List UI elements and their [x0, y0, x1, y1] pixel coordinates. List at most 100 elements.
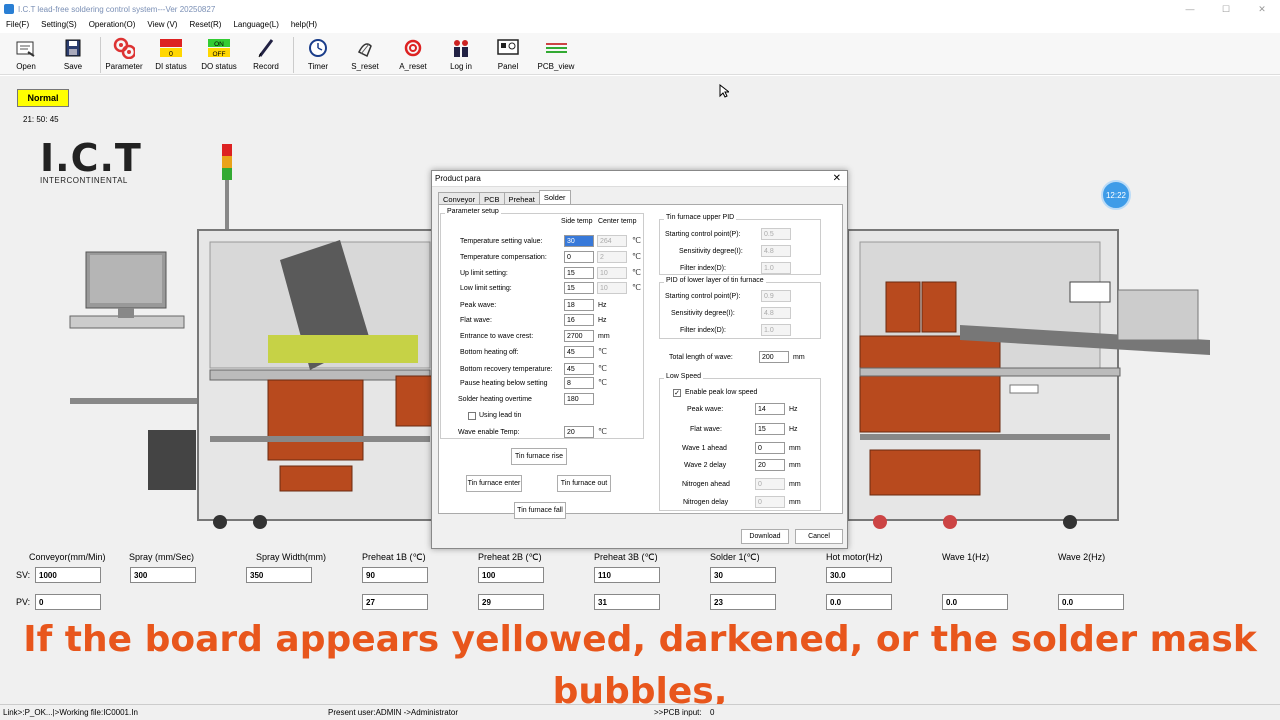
save-button[interactable]: Save [50, 37, 96, 75]
sv-hot-motor-field[interactable]: 30.0 [826, 567, 892, 583]
thermometer-icon: ℃ [632, 236, 641, 245]
menu-view[interactable]: View (V) [147, 20, 177, 29]
ls-peak-input[interactable]: 14 [755, 403, 785, 415]
temp-setting-label: Temperature setting value: [460, 238, 543, 245]
close-button[interactable]: ✕ [1244, 0, 1280, 18]
pcb-input-value: 0 [710, 708, 715, 717]
temp-comp-center-input[interactable]: 2 [597, 251, 627, 263]
record-button[interactable]: Record [243, 37, 289, 75]
solder-tab-panel: Parameter setup Side temp Center temp Te… [438, 204, 843, 519]
monitor-icon [69, 251, 185, 329]
upper-pid-label: Tin furnace upper PID [664, 214, 737, 221]
timer-button[interactable]: Timer [295, 37, 341, 75]
menu-operation[interactable]: Operation(O) [89, 20, 136, 29]
tin-furnace-out-button[interactable]: Tin furnace out [557, 475, 611, 492]
do-status-icon: ON OFF [208, 37, 230, 59]
wave2-delay-input[interactable]: 20 [755, 459, 785, 471]
dialog-title-bar: Product para ✕ [432, 171, 847, 187]
entrance-input[interactable]: 2700 [564, 330, 594, 342]
download-button[interactable]: Download [741, 529, 789, 544]
pause-heating-input[interactable]: 8 [564, 377, 594, 389]
sv-spray-width-field[interactable]: 350 [246, 567, 312, 583]
minimize-button[interactable]: — [1172, 0, 1208, 18]
enable-low-speed-checkbox[interactable]: ✓ [673, 389, 681, 397]
upper-d-input[interactable]: 1.0 [761, 262, 791, 274]
temp-setting-side-input[interactable]: 30 [564, 235, 594, 247]
wave1-ahead-label: Wave 1 ahead [682, 445, 727, 452]
nitrogen-ahead-input[interactable]: 0 [755, 478, 785, 490]
wave1-ahead-input[interactable]: 0 [755, 442, 785, 454]
bottom-recovery-input[interactable]: 45 [564, 363, 594, 375]
mouse-cursor-icon [719, 84, 729, 98]
di-status-button[interactable]: 0 DI status [148, 37, 194, 75]
conveyor-header: Conveyor(mm/Min) [29, 552, 106, 562]
do-status-button[interactable]: ON OFF DO status [196, 37, 242, 75]
title-bar: I.C.T lead-free soldering control system… [0, 0, 1280, 18]
spray-width-header: Spray Width(mm) [256, 552, 327, 562]
log-in-button[interactable]: Log in [438, 37, 484, 75]
sv-solder1-field[interactable]: 30 [710, 567, 776, 583]
upper-i-input[interactable]: 4.8 [761, 245, 791, 257]
wave-enable-input[interactable]: 20 [564, 426, 594, 438]
flat-wave-input[interactable]: 16 [564, 314, 594, 326]
low-speed-label: Low Speed [664, 373, 704, 380]
upper-p-input[interactable]: 0.5 [761, 228, 791, 240]
parameter-button[interactable]: Parameter [101, 37, 147, 75]
low-limit-center-input[interactable]: 10 [597, 282, 627, 294]
entrance-label: Entrance to wave crest: [460, 333, 534, 340]
lower-i-input[interactable]: 4.8 [761, 307, 791, 319]
lower-d-input[interactable]: 1.0 [761, 324, 791, 336]
dialog-close-button[interactable]: ✕ [833, 173, 841, 184]
menu-reset[interactable]: Reset(R) [189, 20, 221, 29]
up-limit-side-input[interactable]: 15 [564, 267, 594, 279]
maximize-button[interactable]: ☐ [1208, 0, 1244, 18]
panel-button[interactable]: Panel [485, 37, 531, 75]
di-status-icon: 0 [160, 37, 182, 59]
low-limit-side-input[interactable]: 15 [564, 282, 594, 294]
sv-preheat2-field[interactable]: 100 [478, 567, 544, 583]
nitrogen-delay-input[interactable]: 0 [755, 496, 785, 508]
upper-pid-group: Tin furnace upper PID Starting control p… [659, 214, 821, 275]
window-title: I.C.T lead-free soldering control system… [18, 4, 216, 14]
link-status: Link>:P_OK...|>Working file:IC0001.In [3, 708, 138, 717]
time-bubble[interactable]: 12:22 [1101, 180, 1131, 210]
ls-peak-label: Peak wave: [687, 406, 724, 413]
menu-language[interactable]: Language(L) [233, 20, 278, 29]
using-lead-tin-label: Using lead tin [479, 412, 522, 419]
menu-file[interactable]: File(F) [6, 20, 29, 29]
open-button[interactable]: Open [3, 37, 49, 75]
tin-furnace-enter-button[interactable]: Tin furnace enter [466, 475, 522, 492]
sv-conveyor-field[interactable]: 1000 [35, 567, 101, 583]
menu-help[interactable]: help(H) [291, 20, 317, 29]
lower-p-input[interactable]: 0.9 [761, 290, 791, 302]
cancel-button[interactable]: Cancel [795, 529, 843, 544]
vent-grill [148, 430, 196, 490]
using-lead-tin-checkbox[interactable] [468, 412, 476, 420]
total-wave-label: Total length of wave: [669, 354, 733, 361]
sv-preheat3-field[interactable]: 110 [594, 567, 660, 583]
tin-furnace-rise-button[interactable]: Tin furnace rise [511, 448, 567, 465]
heating-overtime-input[interactable]: 180 [564, 393, 594, 405]
total-wave-input[interactable]: 200 [759, 351, 789, 363]
temp-setting-center-input[interactable]: 264 [597, 235, 627, 247]
pv-preheat2-field: 29 [478, 594, 544, 610]
video-subtitle: If the board appears yellowed, darkened,… [0, 614, 1280, 718]
peak-wave-input[interactable]: 18 [564, 299, 594, 311]
a-reset-button[interactable]: A_reset [390, 37, 436, 75]
s-reset-button[interactable]: S_reset [342, 37, 388, 75]
up-limit-center-input[interactable]: 10 [597, 267, 627, 279]
upper-d-label: Filter index(D): [680, 265, 726, 272]
thermometer-icon: ℃ [632, 268, 641, 277]
up-limit-label: Up limit setting: [460, 270, 508, 277]
sv-spray-field[interactable]: 300 [130, 567, 196, 583]
upper-p-label: Starting control point(P): [665, 231, 741, 238]
product-para-dialog: Product para ✕ Conveyor PCB Preheat Sold… [431, 170, 848, 549]
sv-preheat1-field[interactable]: 90 [362, 567, 428, 583]
bottom-off-input[interactable]: 45 [564, 346, 594, 358]
temp-comp-side-input[interactable]: 0 [564, 251, 594, 263]
enable-low-speed-label: Enable peak low speed [685, 389, 758, 396]
pcb-view-button[interactable]: PCB_view [533, 37, 579, 75]
menu-setting[interactable]: Setting(S) [41, 20, 77, 29]
tin-furnace-fall-button[interactable]: Tin furnace fall [514, 502, 566, 519]
ls-flat-input[interactable]: 15 [755, 423, 785, 435]
